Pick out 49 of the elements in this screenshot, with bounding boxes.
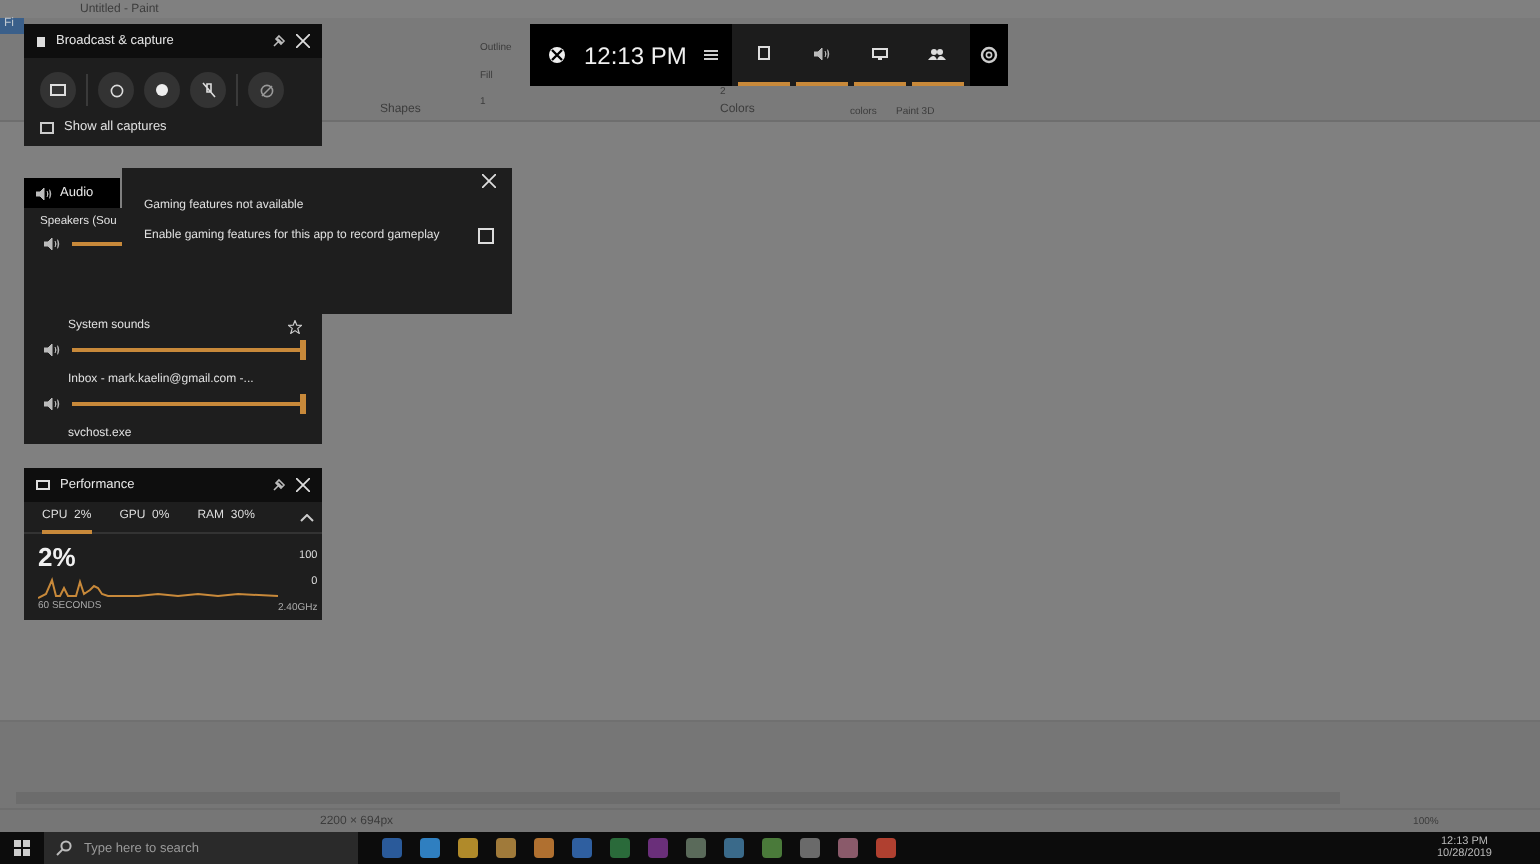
- taskbar-app-icon[interactable]: [458, 838, 478, 858]
- pin-icon[interactable]: [272, 34, 286, 48]
- taskbar-app-icon[interactable]: [572, 838, 592, 858]
- speaker-icon: [44, 397, 60, 410]
- game-bar-time: 12:13 PM: [584, 41, 687, 69]
- menu-icon[interactable]: [704, 50, 719, 60]
- settings-icon: [980, 46, 998, 64]
- capture-button[interactable]: [248, 72, 284, 108]
- monitor-icon: [36, 479, 50, 491]
- close-icon[interactable]: [482, 174, 496, 188]
- taskbar-app-icon[interactable]: [762, 838, 782, 858]
- volume-slider-thumb[interactable]: [300, 393, 306, 414]
- taskbar-app-icon[interactable]: [800, 838, 820, 858]
- gallery-icon: [40, 120, 56, 134]
- volume-slider-thumb[interactable]: [300, 340, 306, 361]
- capture-button[interactable]: [144, 72, 180, 108]
- taskbar-app-icon[interactable]: [496, 838, 516, 858]
- taskbar-app-icon[interactable]: [876, 838, 896, 858]
- speaker-icon: [814, 47, 831, 59]
- pin-icon[interactable]: [272, 478, 286, 492]
- speaker-icon: [44, 238, 60, 251]
- microphone-off-icon: [201, 82, 215, 98]
- close-icon[interactable]: [296, 478, 310, 492]
- capture-button[interactable]: [98, 72, 134, 108]
- record-icon: [156, 84, 168, 96]
- taskbar-app-icon[interactable]: [420, 838, 440, 858]
- close-icon[interactable]: [296, 34, 310, 48]
- windows-icon: [14, 840, 30, 856]
- cpu-reading: 2%: [38, 542, 78, 572]
- broadcast-icon: [259, 83, 273, 97]
- speaker-icon: [36, 187, 52, 199]
- capture-button[interactable]: [190, 72, 226, 108]
- people-icon: [928, 47, 947, 59]
- checkbox[interactable]: [478, 228, 494, 244]
- taskbar-app-icon[interactable]: [686, 838, 706, 858]
- speaker-icon: [44, 344, 60, 357]
- taskbar-app-icon[interactable]: [534, 838, 554, 858]
- xbox-icon[interactable]: [548, 46, 566, 64]
- taskbar-app-icon[interactable]: [724, 838, 744, 858]
- monitor-icon: [871, 47, 888, 59]
- capture-button[interactable]: [40, 72, 76, 108]
- capture-icon: [36, 35, 46, 47]
- rewind-icon: [109, 83, 123, 97]
- taskbar-app-icon[interactable]: [838, 838, 858, 858]
- taskbar-app-icon[interactable]: [610, 838, 630, 858]
- chevron-up-icon[interactable]: [300, 513, 314, 521]
- search-icon: [56, 840, 72, 856]
- capture-widget-icon: [758, 46, 771, 60]
- star-icon[interactable]: [288, 319, 302, 334]
